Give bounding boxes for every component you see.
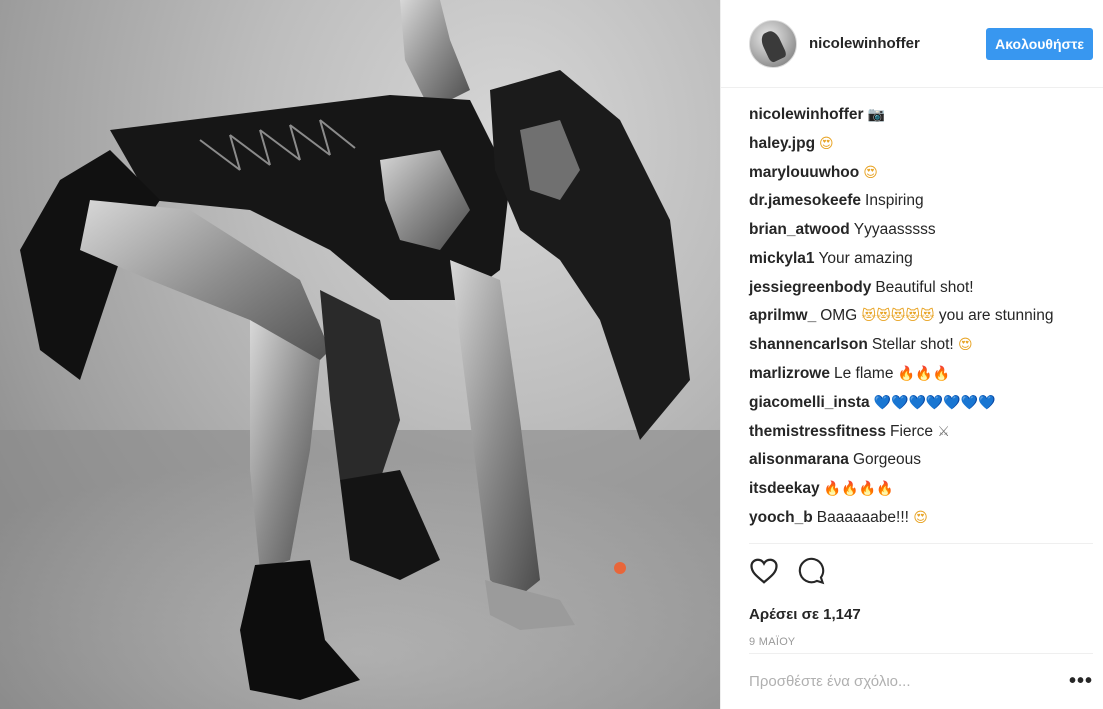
comment-username[interactable]: shannencarlson	[749, 336, 868, 353]
comment-item: haley.jpg 😍	[749, 133, 1091, 156]
comment-username[interactable]: marlizrowe	[749, 365, 830, 382]
emoji-icon: ⚔	[937, 423, 950, 440]
emoji-icon: 📷	[867, 107, 885, 123]
emoji-icon: 💙💙💙💙💙💙💙	[873, 394, 996, 411]
comment-item: aprilmw_ OMG 😻😻😻😻😻 you are stunning	[749, 305, 1091, 328]
photo-illustration	[0, 0, 720, 709]
comment-text: Stellar shot!	[871, 336, 954, 354]
comment-item: brian_atwood Yyyaasssss	[749, 219, 1091, 242]
more-options-icon[interactable]: •••	[1069, 670, 1093, 693]
avatar[interactable]	[749, 19, 797, 68]
comment-text: Your amazing	[818, 249, 913, 267]
comment-text: Gorgeous	[852, 451, 922, 469]
comment-item: giacomelli_insta 💙💙💙💙💙💙💙	[749, 392, 1091, 415]
comment-item: dr.jamesokeefe Inspiring	[749, 190, 1091, 213]
comment-text: Inspiring	[865, 192, 924, 210]
comment-item: shannencarlson Stellar shot! 😍	[749, 334, 1091, 357]
comment-item: alisonmarana Gorgeous	[749, 449, 1091, 472]
comment-username[interactable]: yooch_b	[749, 509, 813, 526]
comment-text: Yyyaasssss	[853, 221, 936, 239]
comment-text: Beautiful shot!	[875, 278, 974, 296]
emoji-icon: 🔥🔥🔥	[897, 366, 951, 383]
comment-username[interactable]: themistressfitness	[749, 423, 886, 440]
add-comment-bar: •••	[749, 653, 1093, 709]
emoji-icon: 😍	[863, 164, 878, 181]
comment-username[interactable]: jessiegreenbody	[749, 279, 871, 296]
comment-text: Baaaaaabe!!!	[816, 508, 909, 526]
comment-item: marlizrowe Le flame 🔥🔥🔥	[749, 363, 1091, 386]
comment-text: you are stunning	[938, 307, 1054, 325]
post-viewer: nicolewinhoffer Ακολουθήστε nicolewinhof…	[0, 0, 1103, 709]
comment-item: nicolewinhoffer 📷	[749, 104, 1091, 127]
post-photo[interactable]	[0, 0, 720, 709]
comments-list[interactable]: nicolewinhoffer 📷 haley.jpg 😍 marylouuwhoo 😍 d…	[721, 88, 1103, 543]
comment-username[interactable]: brian_atwood	[749, 221, 850, 238]
comment-text: OMG	[820, 307, 858, 325]
action-icons	[749, 556, 1093, 590]
comment-username[interactable]: mickyla1	[749, 250, 815, 267]
comment-username[interactable]: alisonmarana	[749, 451, 849, 468]
comment-username[interactable]: giacomelli_insta	[749, 394, 870, 411]
emoji-icon: 😍	[958, 337, 973, 354]
emoji-icon: 😍	[819, 135, 834, 152]
post-date: 9 ΜΑΪΟΥ	[749, 636, 796, 648]
comment-item: themistressfitness Fierce ⚔	[749, 421, 1091, 444]
comment-username[interactable]: haley.jpg	[749, 135, 815, 152]
comment-text: Fierce	[889, 422, 934, 440]
comment-input[interactable]	[749, 673, 1069, 690]
emoji-icon: 😍	[913, 509, 928, 526]
emoji-icon: 😻😻😻😻😻	[861, 308, 935, 325]
comment-username[interactable]: itsdeekay	[749, 480, 820, 497]
comment-username[interactable]: aprilmw_	[749, 307, 816, 324]
post-sidebar: nicolewinhoffer Ακολουθήστε nicolewinhof…	[720, 0, 1103, 709]
comment-username[interactable]: marylouuwhoo	[749, 164, 859, 181]
post-header: nicolewinhoffer Ακολουθήστε	[721, 0, 1103, 88]
comment-item: itsdeekay 🔥🔥🔥🔥	[749, 478, 1091, 501]
comment-icon[interactable]	[797, 557, 825, 590]
comment-username[interactable]: dr.jamesokeefe	[749, 192, 861, 209]
comment-item: jessiegreenbody Beautiful shot!	[749, 277, 1091, 300]
comment-item: mickyla1 Your amazing	[749, 248, 1091, 271]
emoji-icon: 🔥🔥🔥🔥	[823, 481, 894, 498]
comment-item: yooch_b Baaaaaabe!!! 😍	[749, 507, 1091, 530]
follow-button[interactable]: Ακολουθήστε	[986, 27, 1093, 60]
heart-icon[interactable]	[749, 557, 779, 590]
post-username[interactable]: nicolewinhoffer	[809, 35, 986, 52]
likes-count[interactable]: Αρέσει σε 1,147	[749, 606, 1093, 623]
post-actions: Αρέσει σε 1,147 9 ΜΑΪΟΥ	[749, 543, 1093, 648]
comment-item: marylouuwhoo 😍	[749, 162, 1091, 185]
comment-username[interactable]: nicolewinhoffer	[749, 106, 864, 123]
comment-text: Le flame	[833, 365, 894, 383]
